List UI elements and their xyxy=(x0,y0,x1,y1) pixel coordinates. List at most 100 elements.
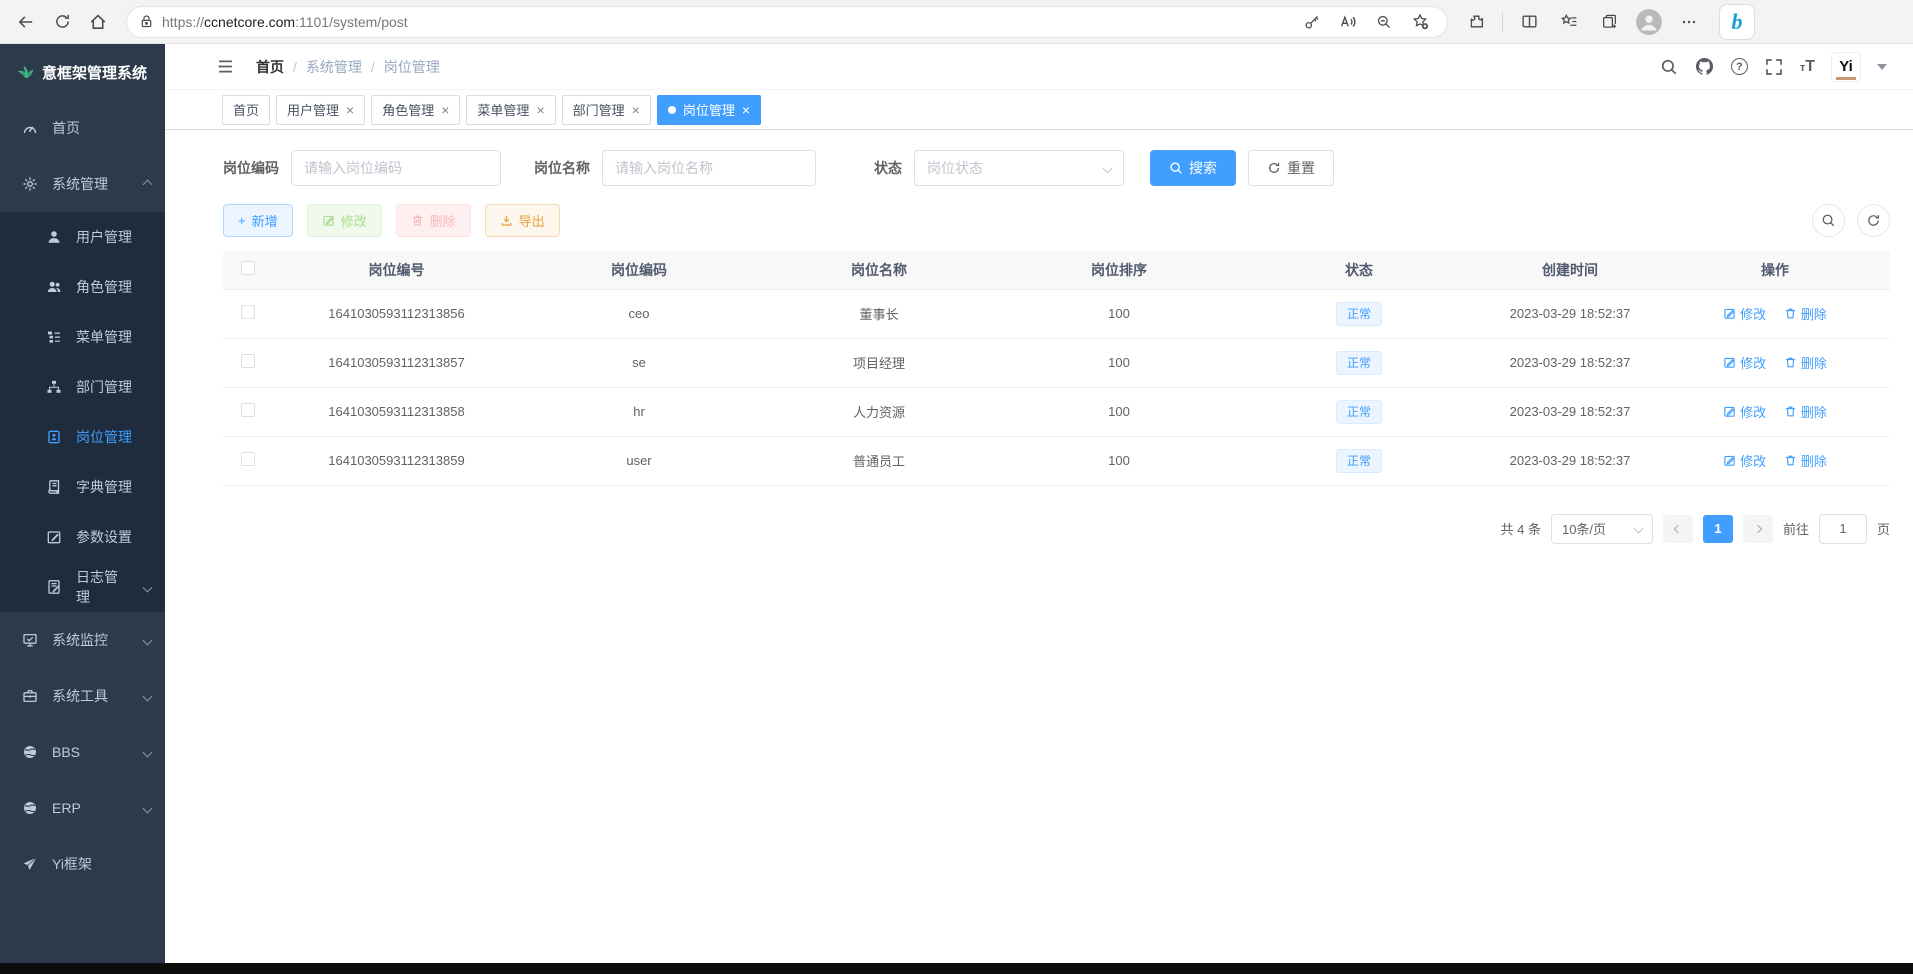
sidebar-item-system-tools[interactable]: 系统工具 xyxy=(0,668,165,724)
address-bar[interactable]: https://ccnetcore.com:1101/system/post xyxy=(126,6,1448,38)
header-search-icon[interactable] xyxy=(1659,57,1679,77)
tab-role-management[interactable]: 角色管理× xyxy=(371,95,460,125)
close-icon[interactable]: × xyxy=(441,102,449,118)
tab-post-management[interactable]: 岗位管理× xyxy=(657,95,761,125)
tab-menu-management[interactable]: 菜单管理× xyxy=(466,95,555,125)
browser-refresh-button[interactable] xyxy=(44,5,80,39)
row-checkbox[interactable] xyxy=(241,403,255,417)
sidebar-item-yi-framework[interactable]: Yi框架 xyxy=(0,836,165,892)
dictionary-book-icon xyxy=(46,479,62,495)
browser-menu-ellipsis-icon[interactable] xyxy=(1671,5,1707,39)
tab-dept-management[interactable]: 部门管理× xyxy=(562,95,651,125)
dashboard-icon xyxy=(22,120,38,136)
add-button[interactable]: + 新增 xyxy=(223,204,293,237)
sidebar-item-role-management[interactable]: 角色管理 xyxy=(0,262,165,312)
sidebar-item-user-management[interactable]: 用户管理 xyxy=(0,212,165,262)
sidebar-collapse-icon[interactable] xyxy=(217,58,234,75)
status-select[interactable]: 岗位状态 xyxy=(914,150,1124,186)
post-name-input-wrap xyxy=(602,150,816,186)
column-post-id: 岗位编号 xyxy=(273,251,520,289)
row-edit-link[interactable]: 修改 xyxy=(1723,304,1766,323)
bottom-edge-strip xyxy=(0,963,1913,974)
sidebar-item-log-management[interactable]: 日志管理 xyxy=(0,562,165,612)
show-search-toggle-button[interactable] xyxy=(1812,204,1845,237)
fullscreen-icon[interactable] xyxy=(1764,57,1784,77)
post-code-input[interactable] xyxy=(304,160,488,176)
close-icon[interactable]: × xyxy=(536,102,544,118)
profile-avatar[interactable] xyxy=(1631,5,1667,39)
sidebar-item-system-management[interactable]: 系统管理 xyxy=(0,156,165,212)
next-page-button[interactable] xyxy=(1743,515,1773,543)
prev-page-button[interactable] xyxy=(1663,515,1693,543)
cell-post-id: 1641030593112313856 xyxy=(273,289,520,338)
cell-post-sort: 100 xyxy=(1000,289,1238,338)
refresh-table-button[interactable] xyxy=(1857,204,1890,237)
close-icon[interactable]: × xyxy=(632,102,640,118)
row-delete-link[interactable]: 删除 xyxy=(1784,304,1827,323)
breadcrumb: 首页 / 系统管理 / 岗位管理 xyxy=(256,57,440,77)
tab-home[interactable]: 首页 xyxy=(222,95,270,125)
sidebar-item-post-management[interactable]: 岗位管理 xyxy=(0,412,165,462)
row-delete-link[interactable]: 删除 xyxy=(1784,451,1827,470)
favorites-icon[interactable] xyxy=(1551,5,1587,39)
github-icon[interactable] xyxy=(1695,57,1715,77)
row-checkbox[interactable] xyxy=(241,354,255,368)
page-content: 岗位编码 岗位名称 状态 岗位状态 搜索 重置 xyxy=(165,130,1913,544)
browser-home-button[interactable] xyxy=(80,5,116,39)
url-text[interactable]: https://ccnetcore.com:1101/system/post xyxy=(162,14,408,30)
browser-zoom-out-icon[interactable] xyxy=(1369,8,1399,36)
app-title: 意框架管理系统 xyxy=(42,62,147,83)
extensions-icon[interactable] xyxy=(1458,5,1494,39)
user-avatar[interactable]: Yi xyxy=(1831,52,1861,82)
edit-icon xyxy=(322,214,335,227)
search-button[interactable]: 搜索 xyxy=(1150,150,1236,186)
breadcrumb-home[interactable]: 首页 xyxy=(256,57,284,77)
table-tools xyxy=(1812,204,1890,237)
row-checkbox[interactable] xyxy=(241,452,255,466)
avatar-dropdown-caret-icon[interactable] xyxy=(1877,64,1887,70)
cell-post-id: 1641030593112313858 xyxy=(273,387,520,436)
collections-icon[interactable] xyxy=(1591,5,1627,39)
page-unit-label: 页 xyxy=(1877,519,1890,538)
tab-user-management[interactable]: 用户管理× xyxy=(276,95,365,125)
row-edit-link[interactable]: 修改 xyxy=(1723,402,1766,421)
page-size-select[interactable]: 10条/页 xyxy=(1551,514,1653,544)
sidebar-item-dict-management[interactable]: 字典管理 xyxy=(0,462,165,512)
plant-logo-icon xyxy=(18,64,34,80)
home-icon xyxy=(89,13,107,31)
sidebar-item-bbs[interactable]: BBS xyxy=(0,724,165,780)
users-icon xyxy=(46,279,62,295)
active-tab-dot xyxy=(668,106,676,114)
post-name-input[interactable] xyxy=(615,160,803,176)
saved-password-key-icon[interactable] xyxy=(1297,8,1327,36)
close-icon[interactable]: × xyxy=(742,102,750,118)
reset-button[interactable]: 重置 xyxy=(1248,150,1334,186)
bing-chat-icon[interactable]: b xyxy=(1719,4,1755,40)
export-button[interactable]: 导出 xyxy=(485,204,560,237)
row-checkbox[interactable] xyxy=(241,305,255,319)
row-edit-link[interactable]: 修改 xyxy=(1723,353,1766,372)
browser-back-button[interactable] xyxy=(8,5,44,39)
row-edit-link[interactable]: 修改 xyxy=(1723,451,1766,470)
trash-icon xyxy=(1784,307,1797,320)
row-delete-link[interactable]: 删除 xyxy=(1784,353,1827,372)
select-all-checkbox[interactable] xyxy=(241,261,255,275)
split-screen-icon[interactable] xyxy=(1511,5,1547,39)
sidebar-item-erp[interactable]: ERP xyxy=(0,780,165,836)
help-icon[interactable]: ? xyxy=(1731,58,1748,75)
sidebar-item-system-monitor[interactable]: 系统监控 xyxy=(0,612,165,668)
sidebar-item-home[interactable]: 首页 xyxy=(0,100,165,156)
browser-toolbar: https://ccnetcore.com:1101/system/post xyxy=(0,0,1913,44)
add-favorite-star-icon[interactable] xyxy=(1405,8,1435,36)
refresh-icon xyxy=(54,13,71,30)
sidebar-item-param-settings[interactable]: 参数设置 xyxy=(0,512,165,562)
read-aloud-icon[interactable] xyxy=(1333,8,1363,36)
column-status: 状态 xyxy=(1238,251,1480,289)
current-page-button[interactable]: 1 xyxy=(1703,515,1733,543)
font-size-icon[interactable]: тT xyxy=(1800,58,1815,76)
close-icon[interactable]: × xyxy=(346,102,354,118)
row-delete-link[interactable]: 删除 xyxy=(1784,402,1827,421)
goto-page-input[interactable] xyxy=(1819,514,1867,544)
sidebar-item-menu-management[interactable]: 菜单管理 xyxy=(0,312,165,362)
sidebar-item-dept-management[interactable]: 部门管理 xyxy=(0,362,165,412)
